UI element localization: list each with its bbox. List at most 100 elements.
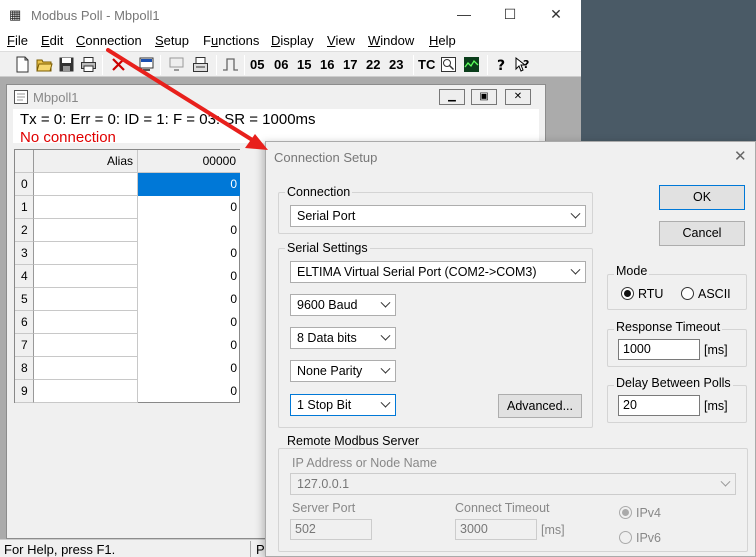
ipv4-label[interactable]: IPv4	[636, 506, 661, 520]
value-cell[interactable]: 0	[138, 265, 240, 288]
toolbar-separator	[244, 55, 245, 75]
alias-cell[interactable]	[34, 311, 138, 334]
menu-bar: File Edit Connection Setup Functions Dis…	[0, 30, 581, 51]
tc-button[interactable]: TC	[418, 55, 435, 75]
chart-icon[interactable]	[463, 56, 480, 73]
menu-edit[interactable]: Edit	[41, 33, 63, 48]
rtu-label[interactable]: RTU	[638, 287, 663, 301]
ip-address-combo[interactable]: 127.0.0.1	[290, 473, 736, 495]
alias-cell[interactable]	[34, 334, 138, 357]
menu-window[interactable]: Window	[368, 33, 414, 48]
ipv6-label[interactable]: IPv6	[636, 531, 661, 545]
menu-help-label: elp	[438, 33, 456, 48]
child-close-button[interactable]: ✕	[505, 89, 531, 105]
new-icon[interactable]	[14, 56, 31, 73]
connect-timeout-input[interactable]: 3000	[455, 519, 537, 540]
fc-06-button[interactable]: 06	[274, 55, 288, 75]
alias-cell[interactable]	[34, 357, 138, 380]
response-timeout-input[interactable]: 1000	[618, 339, 700, 360]
row-index: 7	[15, 334, 34, 357]
value-cell[interactable]: 0	[138, 334, 240, 357]
menu-functions[interactable]: Functions	[203, 33, 259, 48]
alias-cell[interactable]	[34, 242, 138, 265]
ok-button[interactable]: OK	[659, 185, 745, 210]
column-header-alias[interactable]: Alias	[34, 150, 138, 173]
value-cell[interactable]: 0	[138, 242, 240, 265]
advanced-button[interactable]: Advanced...	[498, 394, 582, 418]
data-bits-select[interactable]: 8 Data bits	[290, 327, 396, 349]
open-icon[interactable]	[36, 56, 53, 73]
chevron-down-icon	[380, 297, 391, 308]
disconnect-icon[interactable]	[110, 56, 127, 73]
stop-bits-select[interactable]: 1 Stop Bit	[290, 394, 396, 416]
help-icon[interactable]: ?	[493, 56, 510, 73]
menu-help[interactable]: Help	[429, 33, 456, 48]
alias-cell[interactable]	[34, 288, 138, 311]
ipv4-radio[interactable]	[619, 506, 632, 519]
value-cell[interactable]: 0	[138, 380, 240, 403]
alias-cell[interactable]	[34, 173, 138, 196]
serial-settings-label: Serial Settings	[285, 241, 370, 255]
parity-value: None Parity	[297, 364, 363, 378]
ascii-radio[interactable]	[681, 287, 694, 300]
menu-view[interactable]: View	[327, 33, 355, 48]
child-restore-button[interactable]: ▣	[471, 89, 497, 105]
column-header-address[interactable]: 00000	[138, 150, 240, 173]
save-icon[interactable]	[58, 56, 75, 73]
value-cell[interactable]: 0	[138, 288, 240, 311]
cancel-button[interactable]: Cancel	[659, 221, 745, 246]
row-index: 2	[15, 219, 34, 242]
register-grid: Alias 00000 0 0 1 0 2 0 3 0 4 0 5 0 6 0 …	[14, 149, 240, 403]
menu-connection-key: C	[76, 33, 86, 48]
close-button[interactable]: ✕	[533, 0, 579, 30]
alias-cell[interactable]	[34, 219, 138, 242]
pulse-icon[interactable]	[222, 56, 239, 73]
maximize-button[interactable]: ☐	[487, 0, 533, 30]
row-index: 0	[15, 173, 34, 196]
value-cell[interactable]: 0	[138, 219, 240, 242]
status-divider	[250, 541, 251, 557]
baud-select[interactable]: 9600 Baud	[290, 294, 396, 316]
menu-connection-label: onnection	[85, 33, 142, 48]
context-help-icon[interactable]: ?	[514, 56, 531, 73]
value-cell[interactable]: 0	[138, 196, 240, 219]
server-port-input[interactable]: 502	[290, 519, 372, 540]
fc-23-button[interactable]: 23	[389, 55, 403, 75]
fc-22-button[interactable]: 22	[366, 55, 380, 75]
child-minimize-button[interactable]: ▁	[439, 89, 465, 105]
traffic-icon[interactable]	[440, 56, 457, 73]
menu-connection[interactable]: Connection	[76, 33, 142, 48]
read-write-icon[interactable]	[192, 56, 209, 73]
display-icon[interactable]	[168, 56, 185, 73]
fc-17-button[interactable]: 17	[343, 55, 357, 75]
minimize-button[interactable]: —	[441, 0, 487, 30]
dialog-close-icon[interactable]: ✕	[734, 147, 747, 165]
fc-05-button[interactable]: 05	[250, 55, 264, 75]
value-cell[interactable]: 0	[138, 357, 240, 380]
connection-type-select[interactable]: Serial Port	[290, 205, 586, 227]
connect-icon[interactable]	[138, 56, 155, 73]
ascii-label[interactable]: ASCII	[698, 287, 731, 301]
alias-cell[interactable]	[34, 380, 138, 403]
row-index: 3	[15, 242, 34, 265]
fc-16-button[interactable]: 16	[320, 55, 334, 75]
ipv6-radio[interactable]	[619, 531, 632, 544]
chevron-down-icon	[720, 476, 731, 487]
fc-15-button[interactable]: 15	[297, 55, 311, 75]
value-cell-selected[interactable]: 0	[138, 173, 240, 196]
menu-edit-label: dit	[49, 33, 64, 48]
serial-port-select[interactable]: ELTIMA Virtual Serial Port (COM2->COM3)	[290, 261, 586, 283]
menu-file[interactable]: File	[7, 33, 28, 48]
delay-between-polls-input[interactable]: 20	[618, 395, 700, 416]
remote-server-label: Remote Modbus Server	[285, 434, 422, 448]
alias-cell[interactable]	[34, 265, 138, 288]
rtu-radio[interactable]	[621, 287, 634, 300]
menu-setup[interactable]: Setup	[155, 33, 189, 48]
value-cell[interactable]: 0	[138, 311, 240, 334]
parity-select[interactable]: None Parity	[290, 360, 396, 382]
menu-display[interactable]: Display	[271, 33, 314, 48]
print-icon[interactable]	[80, 56, 97, 73]
alias-cell[interactable]	[34, 196, 138, 219]
toolbar-separator	[413, 55, 414, 75]
connection-error-text: No connection	[20, 129, 116, 146]
